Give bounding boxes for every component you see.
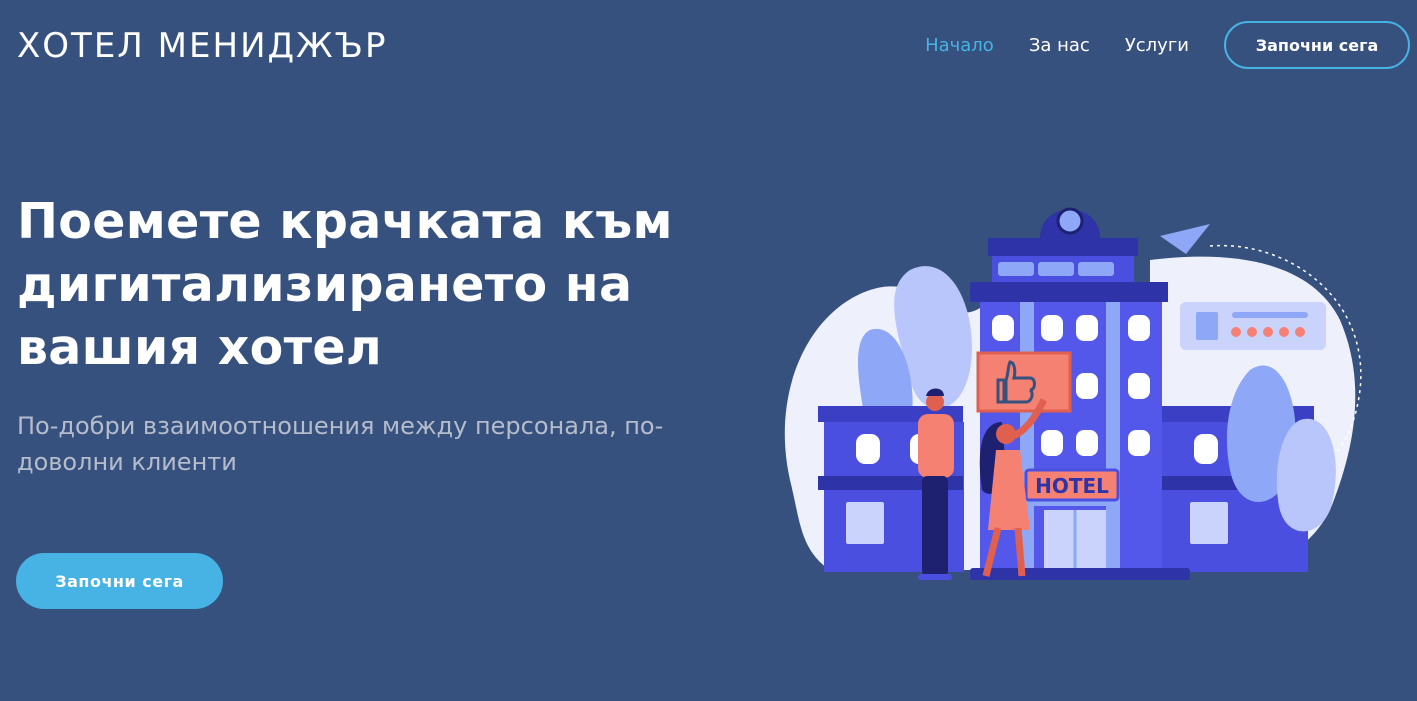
tower-window — [1038, 262, 1074, 276]
man-legs — [922, 476, 948, 576]
tower-pillar — [1020, 302, 1034, 572]
window — [1076, 430, 1098, 456]
star-icon — [1263, 327, 1273, 337]
star-icon — [1231, 327, 1241, 337]
star-icon — [1279, 327, 1289, 337]
paper-plane-icon — [1160, 224, 1210, 254]
tower-window — [1078, 262, 1114, 276]
star-icon — [1295, 327, 1305, 337]
tower-top — [988, 238, 1138, 256]
window — [846, 502, 884, 544]
window — [1128, 430, 1150, 456]
man-torso — [918, 414, 954, 478]
tower-window — [998, 262, 1034, 276]
hero-title: Поемете крачката към дигитализирането на… — [17, 193, 673, 376]
hotel-sign-text: HOTEL — [1035, 474, 1109, 498]
tower-pillar — [1106, 302, 1120, 572]
nav-link-home[interactable]: Начало — [925, 35, 994, 56]
window — [1041, 430, 1063, 456]
building-base — [970, 568, 1190, 580]
window — [1076, 315, 1098, 341]
main-nav: Начало За нас Услуги Започни сега — [925, 21, 1410, 69]
window — [1041, 315, 1063, 341]
window — [1190, 502, 1228, 544]
site-logo[interactable]: ХОТЕЛ МЕНИДЖЪР — [17, 26, 388, 66]
tower-clock — [1056, 207, 1084, 235]
window — [1128, 315, 1150, 341]
nav-link-services[interactable]: Услуги — [1125, 35, 1189, 56]
window — [856, 434, 880, 464]
star-icon — [1247, 327, 1257, 337]
get-started-nav-button[interactable]: Започни сега — [1224, 21, 1410, 69]
get-started-hero-button[interactable]: Започни сега — [16, 553, 223, 609]
review-line — [1232, 312, 1308, 318]
nav-link-about[interactable]: За нас — [1029, 35, 1090, 56]
hotel-illustration: HOTEL — [784, 207, 1362, 580]
tower-roof — [970, 282, 1168, 302]
man-shoes — [918, 574, 952, 580]
hotel-building-icon — [1196, 312, 1218, 340]
window — [992, 315, 1014, 341]
window — [1194, 434, 1218, 464]
window — [1076, 373, 1098, 399]
hero-subtitle: По-добри взаимоотношения между персонала… — [17, 412, 664, 476]
window — [1128, 373, 1150, 399]
